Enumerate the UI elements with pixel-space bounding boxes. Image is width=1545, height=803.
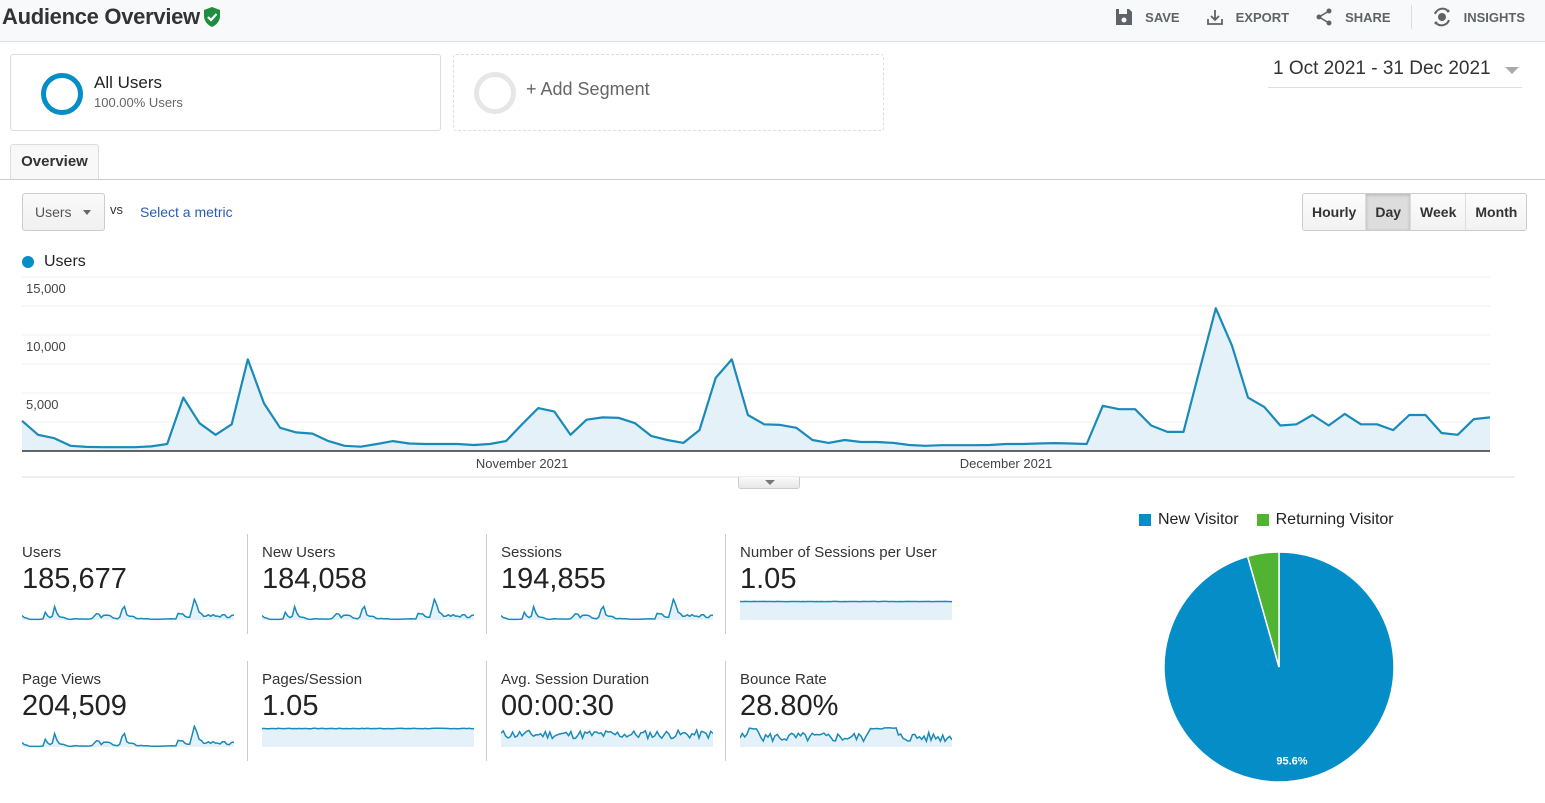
select-metric-link[interactable]: Select a metric <box>140 204 233 220</box>
legend-dot-icon <box>22 256 34 268</box>
sparkline-line <box>262 727 474 730</box>
tabs-divider <box>0 179 1545 180</box>
tab-overview[interactable]: Overview <box>10 144 99 180</box>
granularity-toggle: Hourly Day Week Month <box>1302 193 1528 231</box>
y-tick-label: 10,000 <box>26 339 66 354</box>
add-segment-label: + Add Segment <box>526 79 650 99</box>
swatch-icon <box>1139 514 1151 526</box>
y-tick-label: 5,000 <box>26 397 59 412</box>
metric-tile[interactable]: Users 185,677 <box>22 534 261 634</box>
collapse-chart-handle[interactable] <box>738 477 800 489</box>
insights-icon <box>1433 7 1450 27</box>
legend-new-visitor: New Visitor <box>1139 511 1239 529</box>
segment-percentage: 100.00% Users <box>94 95 183 110</box>
page-title: Audience Overview <box>2 4 200 29</box>
export-button[interactable]: EXPORT <box>1206 8 1289 26</box>
sparkline <box>501 598 713 621</box>
report-actions: SAVE EXPORT SHARE INSIGHTS <box>1089 5 1525 29</box>
granularity-day[interactable]: Day <box>1365 194 1411 230</box>
metric-label: New Users <box>262 544 336 561</box>
metric-tile[interactable]: Bounce Rate 28.80% <box>725 661 964 761</box>
save-icon <box>1116 9 1133 25</box>
vs-label: vs <box>110 202 123 217</box>
share-icon <box>1316 8 1332 26</box>
metric-tile[interactable]: Avg. Session Duration 00:00:30 <box>486 661 725 761</box>
sparkline <box>22 598 234 621</box>
sparkline-fill <box>501 730 713 747</box>
sparkline <box>22 725 234 748</box>
insights-label: INSIGHTS <box>1463 9 1525 25</box>
visitor-pie-chart: 95.6% <box>1163 551 1395 783</box>
sparkline <box>262 598 474 621</box>
metric-value: 1.05 <box>740 563 797 595</box>
date-range-picker[interactable]: 1 Oct 2021 - 31 Dec 2021 <box>1268 58 1522 88</box>
segment-ring-icon <box>474 72 516 114</box>
metric-tile[interactable]: Sessions 194,855 <box>486 534 725 634</box>
sparkline-fill <box>262 728 474 747</box>
sparkline <box>740 600 952 620</box>
metric-label: Users <box>22 544 62 561</box>
share-button[interactable]: SHARE <box>1315 8 1391 26</box>
metric-value: 28.80% <box>740 690 839 722</box>
legend-label: Returning Visitor <box>1275 511 1394 528</box>
export-label: EXPORT <box>1235 9 1290 25</box>
metric-value: 184,058 <box>262 563 367 595</box>
download-icon <box>1206 10 1223 25</box>
x-tick-label: December 2021 <box>960 456 1053 471</box>
sparkline-fill <box>740 601 952 620</box>
users-line-chart: 5,000 10,000 15,000 November 2021 December 2… <box>21 276 1515 478</box>
metric-value: 194,855 <box>501 563 606 595</box>
metric-tile[interactable]: Page Views 204,509 <box>22 661 261 761</box>
add-segment-button[interactable]: + Add Segment <box>453 54 884 131</box>
sparkline <box>262 727 474 747</box>
shield-check-icon <box>204 7 220 27</box>
segment-all-users[interactable]: All Users 100.00% Users <box>10 54 441 131</box>
metric-dropdown[interactable]: Users <box>22 193 105 231</box>
sparkline <box>740 727 952 747</box>
metric-tile[interactable]: New Users 184,058 <box>247 534 486 634</box>
metric-tile[interactable]: Number of Sessions per User 1.05 <box>725 534 964 634</box>
pie-data-label: 95.6% <box>1276 755 1307 767</box>
pie-legend: New Visitor Returning Visitor <box>1139 511 1412 529</box>
date-range-label: 1 Oct 2021 - 31 Dec 2021 <box>1273 58 1491 79</box>
top-bar: Audience Overview SAVE EXPORT SHARE INSI… <box>0 0 1545 42</box>
granularity-week[interactable]: Week <box>1410 194 1466 230</box>
insights-button[interactable]: INSIGHTS <box>1432 7 1525 27</box>
save-label: SAVE <box>1145 9 1180 25</box>
legend-label: Users <box>44 253 86 270</box>
caret-down-icon <box>83 210 91 215</box>
metric-dropdown-value: Users <box>35 204 72 220</box>
metric-tile[interactable]: Pages/Session 1.05 <box>247 661 486 761</box>
sparkline <box>501 728 713 747</box>
divider <box>1410 5 1412 29</box>
save-button[interactable]: SAVE <box>1115 8 1180 26</box>
metric-label: Page Views <box>22 671 101 688</box>
x-tick-label: November 2021 <box>476 456 569 471</box>
chart-legend: Users <box>22 253 86 271</box>
share-label: SHARE <box>1345 9 1391 25</box>
swatch-icon <box>1256 514 1269 526</box>
metric-label: Bounce Rate <box>740 671 827 688</box>
legend-label: New Visitor <box>1158 511 1239 528</box>
metric-label: Avg. Session Duration <box>501 671 650 688</box>
metric-label: Number of Sessions per User <box>740 544 937 561</box>
y-tick-label: 15,000 <box>26 281 66 296</box>
caret-down-icon <box>1505 67 1519 74</box>
segment-name: All Users <box>94 73 163 92</box>
legend-returning-visitor: Returning Visitor <box>1256 511 1394 529</box>
metric-label: Sessions <box>501 544 562 561</box>
metric-value: 204,509 <box>22 690 127 722</box>
granularity-hourly[interactable]: Hourly <box>1303 194 1366 230</box>
segment-ring-icon <box>41 73 83 115</box>
metric-value: 185,677 <box>22 563 127 595</box>
metric-value: 00:00:30 <box>501 690 614 722</box>
granularity-month[interactable]: Month <box>1465 194 1527 230</box>
metric-value: 1.05 <box>262 690 319 722</box>
metric-label: Pages/Session <box>262 671 363 688</box>
